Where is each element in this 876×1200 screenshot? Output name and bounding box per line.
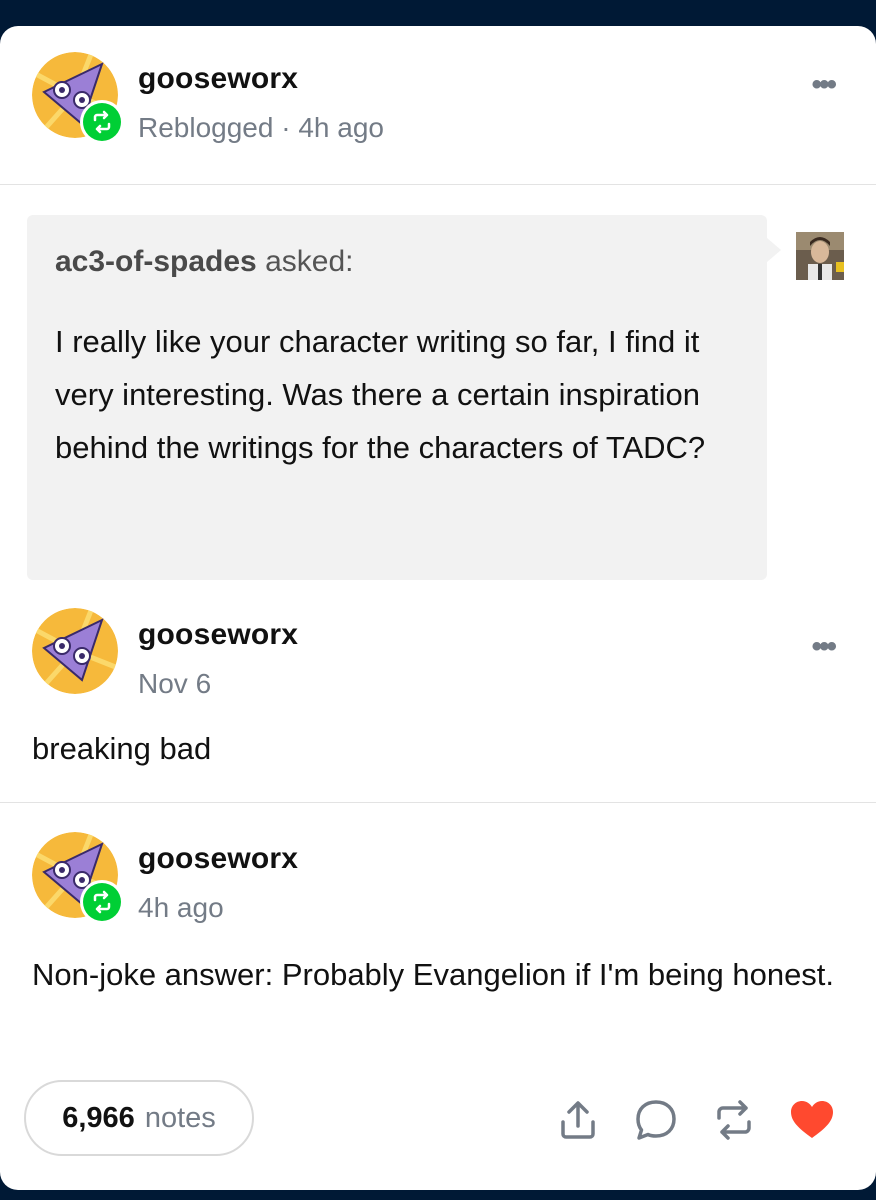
username[interactable]: gooseworx bbox=[138, 618, 298, 652]
more-options-icon[interactable]: ••• bbox=[811, 70, 836, 100]
username[interactable]: gooseworx bbox=[138, 842, 298, 876]
share-icon[interactable] bbox=[554, 1096, 602, 1144]
asker-avatar[interactable] bbox=[796, 232, 844, 280]
ask-pointer bbox=[767, 238, 781, 262]
reblog-badge bbox=[80, 880, 124, 924]
meta-separator: · bbox=[281, 112, 291, 143]
notes-button[interactable]: 6,966 notes bbox=[24, 1080, 254, 1156]
divider bbox=[0, 184, 876, 185]
reblogged-label: Reblogged bbox=[138, 112, 274, 143]
post-actions bbox=[550, 1096, 850, 1144]
more-options-icon[interactable]: ••• bbox=[811, 632, 836, 662]
avatar[interactable] bbox=[32, 608, 118, 694]
post-header: gooseworx Reblogged · 4h ago ••• bbox=[32, 52, 837, 144]
reblog-post-body: Non-joke answer: Probably Evangelion if … bbox=[32, 957, 835, 992]
reblog-icon bbox=[93, 890, 111, 914]
asked-label: asked: bbox=[265, 245, 354, 278]
username[interactable]: gooseworx bbox=[138, 62, 298, 96]
original-post-body: breaking bad bbox=[32, 731, 212, 766]
asker-line: ac3-of-spades asked: bbox=[55, 245, 353, 279]
reblog-post-header: gooseworx 4h ago bbox=[32, 832, 832, 924]
ask-box: ac3-of-spades asked: I really like your … bbox=[27, 215, 767, 580]
post-meta: Reblogged · 4h ago bbox=[138, 112, 384, 144]
post-time[interactable]: 4h ago bbox=[298, 112, 384, 143]
original-post-header: gooseworx Nov 6 ••• bbox=[32, 608, 837, 700]
ask-question: I really like your character writing so … bbox=[55, 324, 706, 465]
post-time[interactable]: 4h ago bbox=[138, 892, 224, 924]
post-card: gooseworx Reblogged · 4h ago ••• ac3-of-… bbox=[0, 26, 876, 1190]
notes-count: 6,966 bbox=[62, 1101, 135, 1134]
reblog-badge bbox=[80, 100, 124, 144]
asker-name[interactable]: ac3-of-spades bbox=[55, 245, 257, 278]
like-icon[interactable] bbox=[788, 1096, 836, 1144]
divider bbox=[0, 802, 876, 803]
reblog-icon[interactable] bbox=[710, 1096, 758, 1144]
reblog-icon bbox=[93, 110, 111, 134]
reply-icon[interactable] bbox=[632, 1096, 680, 1144]
post-date[interactable]: Nov 6 bbox=[138, 668, 211, 700]
notes-label: notes bbox=[144, 1101, 216, 1134]
